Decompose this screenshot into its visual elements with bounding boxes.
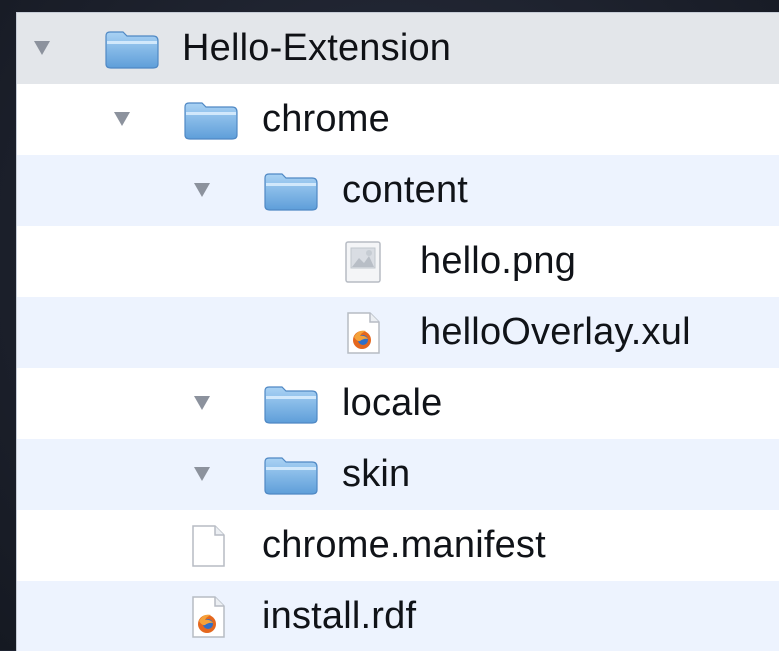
tree-row-hello-png[interactable]: hello.png bbox=[17, 226, 779, 297]
tree-row-label: locale bbox=[342, 382, 443, 424]
tree-row-chrome-manifest[interactable]: chrome.manifest bbox=[17, 510, 779, 581]
tree-row-locale[interactable]: locale bbox=[17, 368, 779, 439]
tree-row-label: skin bbox=[342, 453, 411, 495]
disclosure-triangle-icon[interactable] bbox=[114, 112, 130, 126]
tree-row-label: helloOverlay.xul bbox=[420, 311, 691, 353]
tree-row-label: install.rdf bbox=[262, 595, 417, 637]
tree-row-install-rdf[interactable]: install.rdf bbox=[17, 581, 779, 651]
disclosure-triangle-icon[interactable] bbox=[34, 41, 50, 55]
folder-icon bbox=[103, 28, 161, 70]
disclosure-triangle-icon[interactable] bbox=[194, 396, 210, 410]
tree-row-label: content bbox=[342, 169, 469, 211]
desktop-backdrop: Hello-Extension chrome content hello.png… bbox=[0, 0, 779, 651]
tree-row-chrome[interactable]: chrome bbox=[17, 84, 779, 155]
tree-row-hello-extension[interactable]: Hello-Extension bbox=[17, 13, 779, 84]
firefox-file-icon bbox=[344, 311, 382, 355]
tree-row-label: Hello-Extension bbox=[182, 27, 452, 69]
tree-row-label: chrome.manifest bbox=[262, 524, 546, 566]
folder-icon bbox=[262, 383, 320, 425]
folder-icon bbox=[262, 170, 320, 212]
tree-row-label: hello.png bbox=[420, 240, 577, 282]
folder-icon bbox=[182, 99, 240, 141]
image-file-icon bbox=[344, 240, 382, 284]
document-file-icon bbox=[189, 524, 227, 568]
disclosure-triangle-icon[interactable] bbox=[194, 183, 210, 197]
firefox-file-icon bbox=[189, 595, 227, 639]
tree-row-content[interactable]: content bbox=[17, 155, 779, 226]
file-tree-panel: Hello-Extension chrome content hello.png… bbox=[16, 12, 779, 651]
folder-icon bbox=[262, 454, 320, 496]
tree-row-hellooverlay-xul[interactable]: helloOverlay.xul bbox=[17, 297, 779, 368]
tree-row-label: chrome bbox=[262, 98, 390, 140]
disclosure-triangle-icon[interactable] bbox=[194, 467, 210, 481]
tree-row-skin[interactable]: skin bbox=[17, 439, 779, 510]
